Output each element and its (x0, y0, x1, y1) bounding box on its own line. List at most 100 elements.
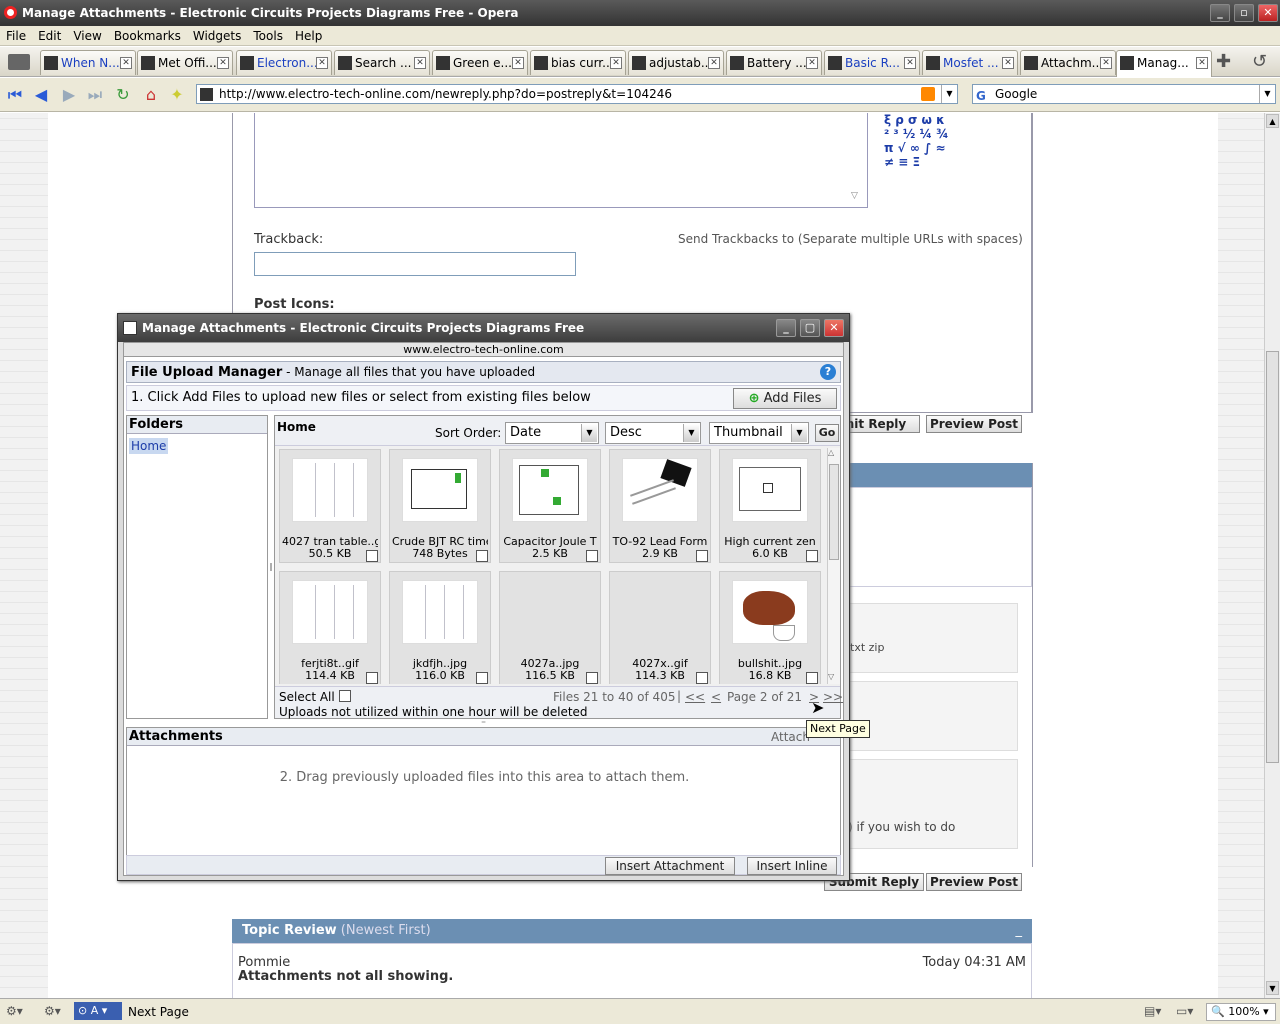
scroll-up-icon[interactable]: ▲ (1266, 114, 1279, 128)
tab-close-icon[interactable]: ✕ (217, 57, 229, 69)
maximize-button[interactable]: ▫ (1234, 4, 1254, 22)
view-mode-select[interactable]: Thumbnail ▼ (709, 422, 809, 444)
file-select-checkbox[interactable] (476, 550, 488, 562)
symbol-row[interactable]: π √ ∞ ∫ ≈ (884, 141, 984, 155)
prev-page-link[interactable]: < (711, 690, 721, 704)
insert-attachment-button[interactable]: Insert Attachment (605, 857, 735, 875)
tab-close-icon[interactable]: ✕ (316, 57, 328, 69)
file-thumbnail[interactable]: TO-92 Lead Form 2.9 KB (609, 449, 711, 563)
trackback-input[interactable] (254, 252, 576, 276)
close-button[interactable]: ✕ (1258, 4, 1278, 22)
symbol-row[interactable]: ≠ ≡ Ξ (884, 155, 984, 169)
message-textarea[interactable]: ▽ (254, 113, 868, 208)
home-icon[interactable]: ⌂ (142, 86, 160, 104)
file-select-checkbox[interactable] (366, 550, 378, 562)
tab-5[interactable]: Green e... ✕ (432, 50, 528, 75)
add-files-button[interactable]: ⊕ Add Files (733, 388, 837, 409)
tab-10[interactable]: Mosfet ... ✕ (922, 50, 1018, 75)
thumbs-scrollbar[interactable]: △ ▽ (827, 448, 840, 684)
scroll-thumb[interactable] (829, 464, 839, 560)
file-select-checkbox[interactable] (806, 672, 818, 684)
file-thumbnail[interactable]: High current zen 6.0 KB (719, 449, 821, 563)
reload-icon[interactable]: ↻ (114, 86, 132, 104)
insert-inline-button[interactable]: Insert Inline (747, 857, 837, 875)
scroll-down-icon[interactable]: ▼ (1266, 981, 1279, 995)
panel-icon[interactable]: ▤▾ (1144, 1004, 1161, 1018)
address-dropdown-icon[interactable]: ▼ (941, 85, 957, 103)
sort-field-select[interactable]: Date ▼ (505, 422, 599, 444)
file-select-checkbox[interactable] (476, 672, 488, 684)
file-thumbnail[interactable]: bullshit..jpg 16.8 KB (719, 571, 821, 684)
tools-icon[interactable]: ⚙▾ (6, 1004, 23, 1018)
new-tab-icon[interactable]: ✚ (1216, 51, 1231, 72)
dialog-maximize-button[interactable]: ▢ (800, 319, 820, 337)
tab-7[interactable]: adjustab... ✕ (628, 50, 724, 75)
tab-3[interactable]: Electron... ✕ (236, 50, 332, 75)
tab-close-icon[interactable]: ✕ (708, 57, 720, 69)
minimize-button[interactable]: _ (1210, 4, 1230, 22)
tab-8[interactable]: Battery ... ✕ (726, 50, 822, 75)
search-dropdown-icon[interactable]: ▼ (1259, 85, 1275, 103)
wand-icon[interactable]: ✦ (168, 86, 186, 104)
file-thumbnail[interactable]: 4027a..jpg 116.5 KB (499, 571, 601, 684)
rss-feed-icon[interactable] (921, 87, 935, 101)
symbol-picker[interactable]: ξ ρ σ ω κ ² ³ ½ ¼ ¾ π √ ∞ ∫ ≈ ≠ ≡ Ξ (884, 113, 984, 169)
menu-bookmarks[interactable]: Bookmarks (108, 26, 187, 46)
dialog-minimize-button[interactable]: _ (776, 319, 796, 337)
back-icon[interactable]: ◀ (32, 86, 50, 104)
file-thumbnail[interactable]: Crude BJT RC timer 748 Bytes (389, 449, 491, 563)
splitter-horizontal[interactable]: ═ (124, 720, 843, 726)
file-select-checkbox[interactable] (806, 550, 818, 562)
folder-home[interactable]: Home (129, 438, 169, 454)
view-icon[interactable]: ▭▾ (1176, 1004, 1193, 1018)
file-select-checkbox[interactable] (366, 672, 378, 684)
tab-2[interactable]: Met Offi... ✕ (137, 50, 233, 75)
menu-help[interactable]: Help (289, 26, 328, 46)
sort-direction-select[interactable]: Desc ▼ (605, 422, 701, 444)
collapse-icon[interactable]: _ (1016, 919, 1023, 943)
tab-close-icon[interactable]: ✕ (1100, 57, 1112, 69)
tab-4[interactable]: Search ... ✕ (334, 50, 430, 75)
rewind-icon[interactable]: ⏮ (6, 86, 24, 104)
dialog-titlebar[interactable]: Manage Attachments - Electronic Circuits… (118, 314, 849, 342)
textarea-scroll-icon[interactable]: ▽ (851, 191, 858, 201)
tab-close-icon[interactable]: ✕ (414, 57, 426, 69)
symbol-row[interactable]: ξ ρ σ ω κ (884, 113, 984, 127)
tab-9[interactable]: Basic R... ✕ (824, 50, 920, 75)
preview-post-button-top[interactable]: Preview Post (926, 415, 1022, 433)
tab-close-icon[interactable]: ✕ (1196, 57, 1208, 69)
file-thumbnail[interactable]: ferjti8t..gif 114.4 KB (279, 571, 381, 684)
forward-icon[interactable]: ▶ (60, 86, 78, 104)
dialog-close-button[interactable]: ✕ (824, 319, 844, 337)
trash-closed-tabs-icon[interactable]: ↺ (1252, 51, 1267, 72)
tab-close-icon[interactable]: ✕ (1002, 57, 1014, 69)
tab-6[interactable]: bias curr... ✕ (530, 50, 626, 75)
select-all-checkbox[interactable] (339, 690, 351, 702)
post-author[interactable]: Pommie (238, 955, 290, 970)
search-input[interactable]: G Google ▼ (972, 84, 1276, 104)
panel-toggle-icon[interactable] (8, 54, 30, 70)
fast-forward-icon[interactable]: ⏭ (86, 86, 104, 104)
tab-close-icon[interactable]: ✕ (806, 57, 818, 69)
tab-12[interactable]: Manag... ✕ (1116, 50, 1212, 77)
network-icon[interactable]: ⚙▾ (44, 1004, 61, 1018)
preview-post-button[interactable]: Preview Post (926, 873, 1022, 891)
tab-close-icon[interactable]: ✕ (120, 57, 132, 69)
attachments-drop-zone[interactable]: 2. Drag previously uploaded files into t… (127, 770, 842, 785)
tab-1[interactable]: When N... ✕ (40, 50, 136, 75)
scroll-thumb[interactable] (1266, 351, 1279, 763)
menu-tools[interactable]: Tools (247, 26, 289, 46)
go-button[interactable]: Go (815, 424, 839, 442)
tab-close-icon[interactable]: ✕ (610, 57, 622, 69)
opera-unite-icon[interactable]: ⊙ A ▾ (74, 1002, 122, 1020)
menu-view[interactable]: View (67, 26, 107, 46)
help-icon[interactable]: ? (820, 364, 836, 380)
symbol-row[interactable]: ² ³ ½ ¼ ¾ (884, 127, 984, 141)
file-select-checkbox[interactable] (586, 672, 598, 684)
tab-close-icon[interactable]: ✕ (512, 57, 524, 69)
file-thumbnail[interactable]: Capacitor Joule T 2.5 KB (499, 449, 601, 563)
file-thumbnail[interactable]: 4027x..gif 114.3 KB (609, 571, 711, 684)
file-thumbnail[interactable]: jkdfjh..jpg 116.0 KB (389, 571, 491, 684)
scroll-down-icon[interactable]: ▽ (828, 672, 834, 681)
menu-edit[interactable]: Edit (32, 26, 67, 46)
